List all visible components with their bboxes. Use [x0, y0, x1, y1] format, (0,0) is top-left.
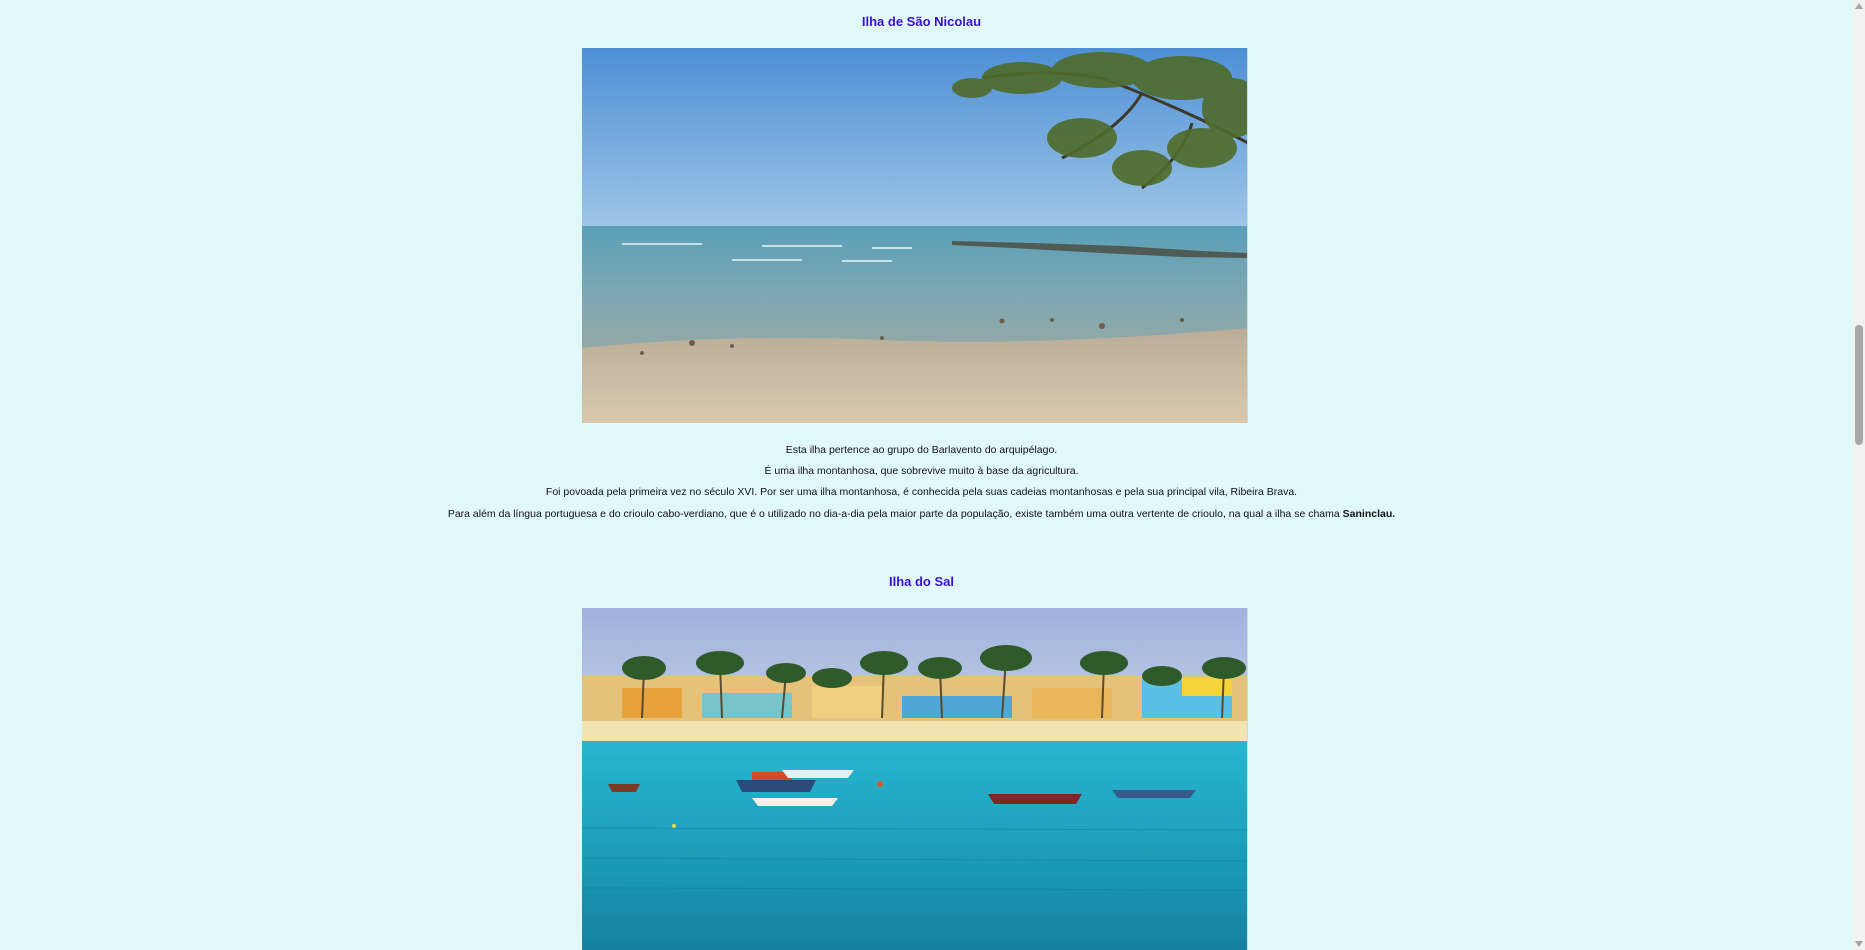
section-title-sal: Ilha do Sal	[888, 574, 954, 589]
sal-photo	[582, 608, 1248, 950]
scrollbar-thumb[interactable]	[1855, 325, 1863, 445]
vertical-scrollbar[interactable]	[1853, 0, 1865, 950]
sao-nicolau-photo	[582, 48, 1248, 423]
paragraph-4: Para além da língua portuguesa e do crio…	[0, 508, 1843, 520]
paragraph-3: Foi povoada pela primeira vez no século …	[545, 486, 1298, 498]
triangle-up-icon[interactable]	[1853, 0, 1865, 12]
section-title-sao-nicolau: Ilha de São Nicolau	[861, 14, 982, 29]
triangle-down-icon[interactable]	[1853, 938, 1865, 950]
paragraph-4-bold: Saninclau.	[1342, 508, 1396, 520]
paragraph-4-text: Para além da língua portuguesa e do crio…	[447, 508, 1343, 520]
page: Ilha de São Nicolau Esta ilha pertence a…	[0, 0, 1853, 950]
paragraph-1: Esta ilha pertence ao grupo do Barlavent…	[785, 444, 1058, 456]
paragraph-2: É uma ilha montanhosa, que sobrevive mui…	[764, 465, 1079, 477]
